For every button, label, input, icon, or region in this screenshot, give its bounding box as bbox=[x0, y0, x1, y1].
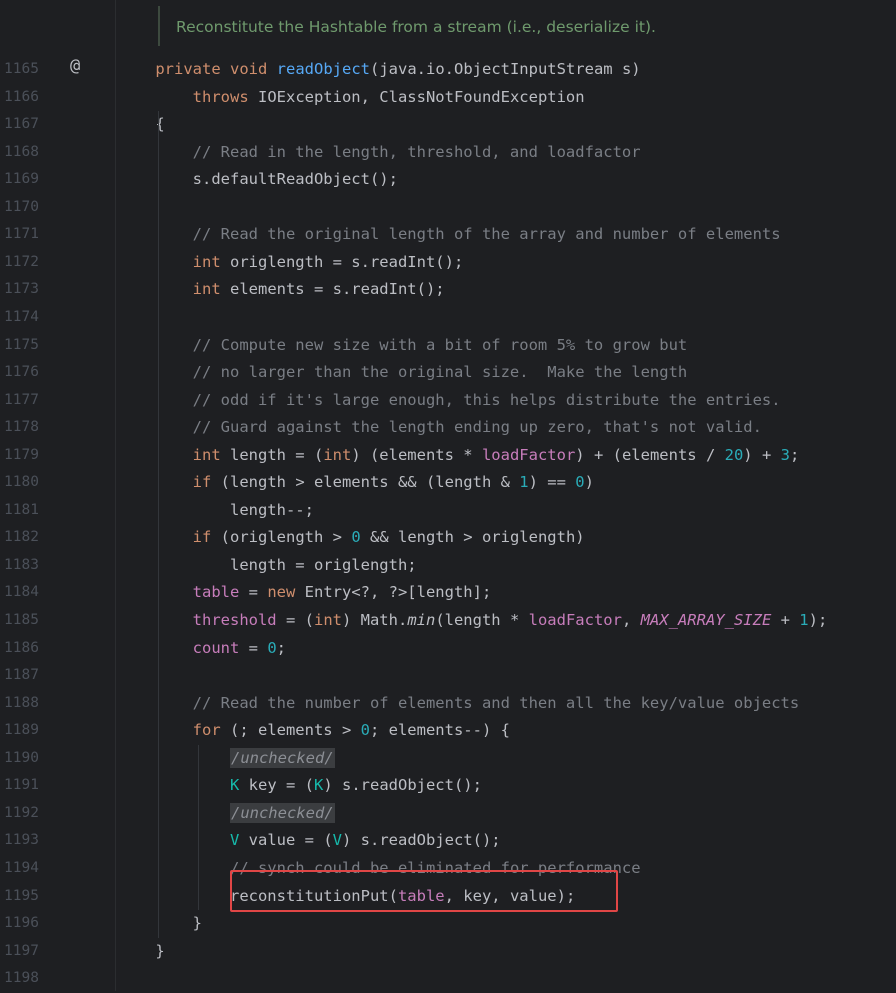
line-number: 1173 bbox=[4, 281, 39, 298]
line-number: 1189 bbox=[4, 722, 39, 739]
code-line[interactable]: table = new Entry<?, ?>[length]; bbox=[118, 579, 492, 607]
code-line[interactable]: threshold = (int) Math.min(length * load… bbox=[118, 607, 828, 635]
code-line[interactable]: // odd if it's large enough, this helps … bbox=[118, 387, 781, 415]
line-number: 1174 bbox=[4, 308, 39, 325]
line-number: 1185 bbox=[4, 612, 39, 628]
code-line[interactable]: count = 0; bbox=[118, 635, 286, 663]
code-line[interactable]: // Compute new size with a bit of room 5… bbox=[118, 332, 688, 360]
code-line[interactable]: /unchecked/ bbox=[118, 745, 335, 773]
code-line[interactable]: s.defaultReadObject(); bbox=[118, 166, 398, 194]
code-line[interactable]: if (length > elements && (length & 1) ==… bbox=[118, 469, 594, 497]
code-line[interactable]: int elements = s.readInt(); bbox=[118, 276, 445, 304]
line-number: 1186 bbox=[4, 639, 39, 656]
code-line[interactable]: // no larger than the original size. Mak… bbox=[118, 359, 688, 387]
line-number: 1169 bbox=[4, 171, 39, 188]
override-annotation-icon[interactable]: @ bbox=[70, 56, 80, 76]
line-number: 1194 bbox=[4, 859, 39, 876]
line-number: 1197 bbox=[4, 942, 39, 959]
line-number: 1184 bbox=[4, 584, 39, 601]
code-line[interactable]: length = origlength; bbox=[118, 552, 417, 580]
line-number: 1172 bbox=[4, 253, 39, 270]
line-number: 1180 bbox=[4, 474, 39, 491]
line-number: 1183 bbox=[4, 556, 39, 573]
line-number: 1168 bbox=[4, 143, 39, 160]
code-line[interactable]: // Guard against the length ending up ze… bbox=[118, 414, 762, 442]
line-number: 1170 bbox=[4, 198, 39, 215]
code-line[interactable]: // Read in the length, threshold, and lo… bbox=[118, 139, 641, 167]
line-number: 1198 bbox=[4, 970, 39, 987]
code-line[interactable]: V value = (V) s.readObject(); bbox=[118, 827, 501, 855]
code-line[interactable]: int origlength = s.readInt(); bbox=[118, 249, 464, 277]
line-number: 1190 bbox=[4, 749, 39, 766]
line-number: 1193 bbox=[4, 832, 39, 849]
line-number: 1176 bbox=[4, 364, 39, 381]
line-number: 1166 bbox=[4, 88, 39, 105]
indent-guide bbox=[158, 111, 159, 938]
javadoc-comment: Reconstitute the Hashtable from a stream… bbox=[158, 6, 656, 46]
code-line[interactable]: // Read the number of elements and then … bbox=[118, 690, 800, 718]
line-number: 1195 bbox=[4, 887, 39, 904]
line-number: 1178 bbox=[4, 419, 39, 436]
code-line[interactable]: } bbox=[118, 938, 164, 966]
code-line[interactable]: if (origlength > 0 && length > origlengt… bbox=[118, 524, 585, 552]
indent-guide bbox=[198, 744, 199, 911]
line-number: 1182 bbox=[4, 529, 39, 546]
line-number: 1181 bbox=[4, 501, 39, 518]
code-line[interactable]: K key = (K) s.readObject(); bbox=[118, 772, 482, 800]
code-line[interactable]: int length = (int) (elements * loadFacto… bbox=[118, 442, 800, 470]
code-line[interactable]: length--; bbox=[118, 497, 314, 525]
gutter-separator bbox=[115, 0, 116, 991]
line-number: 1171 bbox=[4, 226, 39, 243]
code-line[interactable]: } bbox=[118, 910, 202, 938]
code-line[interactable]: // Read the original length of the array… bbox=[118, 221, 781, 249]
line-number: 1175 bbox=[4, 336, 39, 353]
line-number: 1177 bbox=[4, 391, 39, 408]
line-number: 1187 bbox=[4, 667, 39, 684]
line-number: 1188 bbox=[4, 694, 39, 711]
code-line[interactable]: throws IOException, ClassNotFoundExcepti… bbox=[118, 84, 585, 112]
highlight-box bbox=[230, 870, 618, 912]
line-number: 1192 bbox=[4, 804, 39, 821]
code-line[interactable]: /unchecked/ bbox=[118, 800, 335, 828]
line-number: 1191 bbox=[4, 777, 39, 794]
line-number: 1196 bbox=[4, 915, 39, 932]
line-number: 1167 bbox=[4, 116, 39, 133]
code-line[interactable]: for (; elements > 0; elements--) { bbox=[118, 717, 510, 745]
line-number: 1165 bbox=[4, 61, 39, 77]
line-number: 1179 bbox=[4, 446, 39, 463]
code-line[interactable]: private void readObject(java.io.ObjectIn… bbox=[118, 56, 640, 84]
